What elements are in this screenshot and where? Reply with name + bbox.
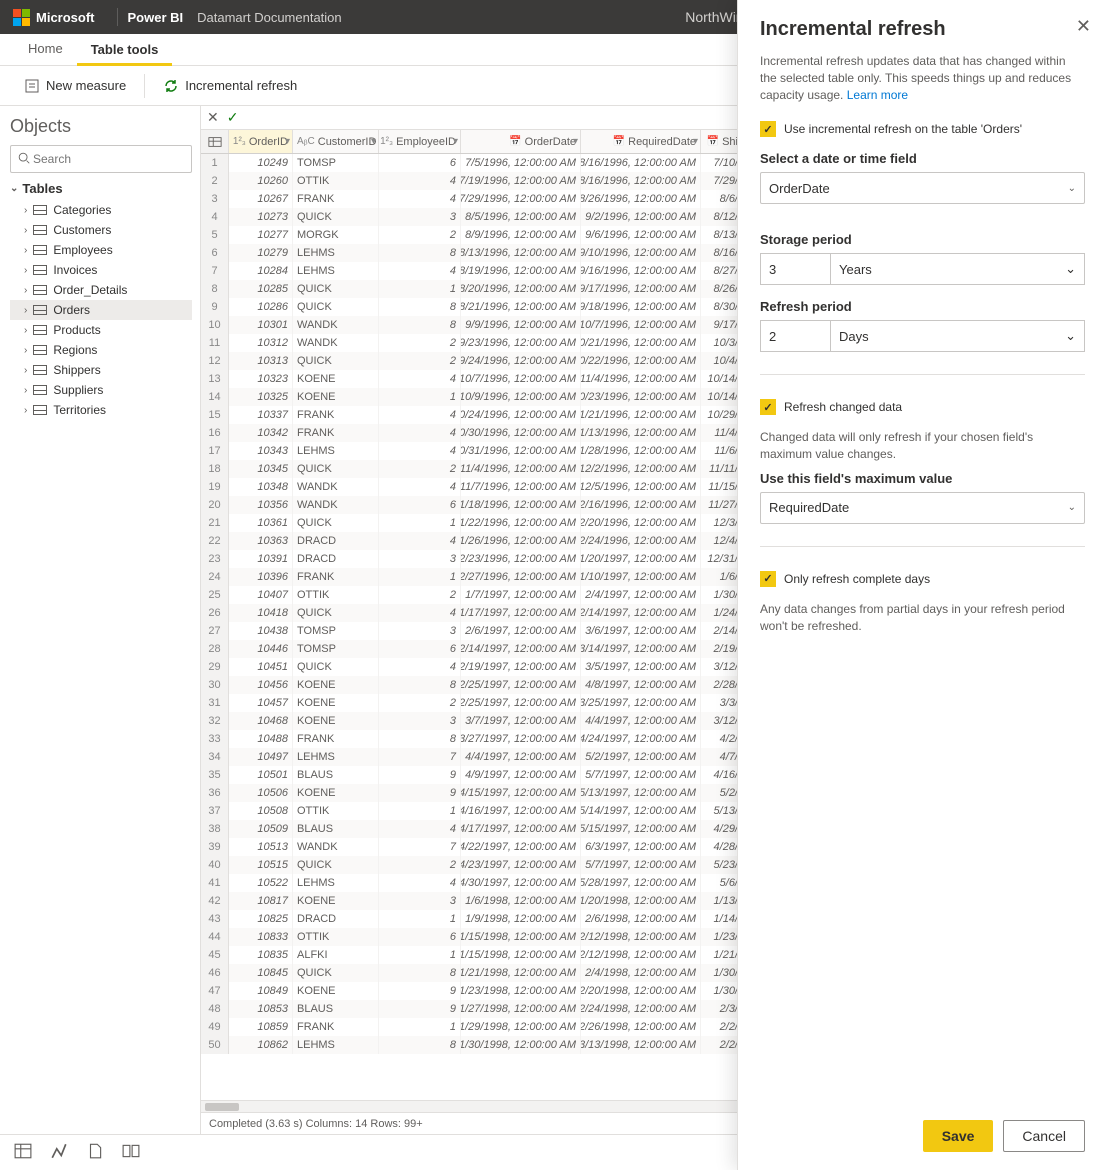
measure-icon	[24, 78, 40, 94]
accept-fx-icon[interactable]: ✓	[227, 109, 239, 126]
col-orderdate[interactable]: 📅OrderDate▾	[461, 130, 581, 153]
row-corner[interactable]	[201, 130, 229, 153]
doc-name: Datamart Documentation	[197, 10, 342, 25]
chevron-right-icon: ›	[24, 305, 27, 316]
tree-item-invoices[interactable]: ›Invoices	[10, 260, 192, 280]
chevron-right-icon: ›	[24, 365, 27, 376]
tree-item-regions[interactable]: ›Regions	[10, 340, 192, 360]
checkbox-icon: ✓	[760, 121, 776, 137]
table-icon	[33, 345, 47, 355]
chevron-down-icon: ⌄	[1065, 261, 1076, 277]
col-customerid[interactable]: AᵦCCustomerID▾	[293, 130, 379, 153]
checkbox-icon: ✓	[760, 571, 776, 587]
visual-view-icon[interactable]	[122, 1142, 140, 1163]
table-icon	[33, 325, 47, 335]
panel-desc: Incremental refresh updates data that ha…	[760, 53, 1085, 103]
chevron-down-icon: ⌄	[1068, 502, 1076, 513]
chevron-right-icon: ›	[24, 285, 27, 296]
col-employeeid[interactable]: 1²₃EmployeeID▾	[379, 130, 461, 153]
cancel-button[interactable]: Cancel	[1003, 1120, 1085, 1152]
tab-home[interactable]: Home	[14, 33, 77, 65]
table-view-icon[interactable]	[14, 1142, 32, 1163]
objects-title: Objects	[10, 116, 192, 137]
tables-group[interactable]: ⌄ Tables	[10, 181, 192, 196]
chevron-right-icon: ›	[24, 225, 27, 236]
product-name: Power BI	[128, 10, 184, 25]
tree-item-suppliers[interactable]: ›Suppliers	[10, 380, 192, 400]
table-icon	[33, 225, 47, 235]
storage-unit-select[interactable]: Years⌄	[830, 253, 1085, 285]
chevron-right-icon: ›	[24, 245, 27, 256]
table-icon	[33, 205, 47, 215]
refresh-number-input[interactable]: 2	[760, 320, 830, 352]
chevron-down-icon: ⌄	[10, 183, 18, 194]
incremental-refresh-button[interactable]: Incremental refresh	[153, 74, 307, 98]
max-field-label: Use this field's maximum value	[760, 471, 1085, 486]
table-icon	[33, 285, 47, 295]
chevron-right-icon: ›	[24, 345, 27, 356]
chevron-right-icon: ›	[24, 325, 27, 336]
refresh-unit-select[interactable]: Days⌄	[830, 320, 1085, 352]
table-icon	[33, 245, 47, 255]
chevron-down-icon: ⌄	[1068, 183, 1076, 194]
refresh-icon	[163, 78, 179, 94]
storage-period-label: Storage period	[760, 232, 1085, 247]
incremental-refresh-panel: ✕ Incremental refresh Incremental refres…	[737, 0, 1107, 1170]
tree-item-employees[interactable]: ›Employees	[10, 240, 192, 260]
storage-number-input[interactable]: 3	[760, 253, 830, 285]
chevron-right-icon: ›	[24, 385, 27, 396]
table-icon	[33, 305, 47, 315]
model-view-icon[interactable]	[50, 1142, 68, 1163]
panel-title: Incremental refresh	[760, 18, 1085, 41]
refresh-period-label: Refresh period	[760, 299, 1085, 314]
chevron-right-icon: ›	[24, 205, 27, 216]
learn-more-link[interactable]: Learn more	[847, 88, 908, 102]
save-button[interactable]: Save	[923, 1120, 994, 1152]
objects-pane: Objects ⌄ Tables ›Categories›Customers›E…	[0, 106, 200, 1134]
close-panel-button[interactable]: ✕	[1076, 16, 1091, 37]
tree-item-products[interactable]: ›Products	[10, 320, 192, 340]
tab-table-tools[interactable]: Table tools	[77, 34, 173, 66]
col-orderid[interactable]: 1²₃OrderID▾	[229, 130, 293, 153]
table-icon	[33, 405, 47, 415]
chevron-down-icon: ⌄	[1065, 328, 1076, 344]
changed-data-desc: Changed data will only refresh if your c…	[760, 429, 1085, 463]
tree-item-orders[interactable]: ›Orders	[10, 300, 192, 320]
tree-item-categories[interactable]: ›Categories	[10, 200, 192, 220]
date-field-label: Select a date or time field	[760, 151, 1085, 166]
query-view-icon[interactable]	[86, 1142, 104, 1163]
new-measure-button[interactable]: New measure	[14, 74, 136, 98]
cancel-fx-icon[interactable]: ✕	[207, 109, 219, 126]
date-field-select[interactable]: OrderDate⌄	[760, 172, 1085, 204]
tree-item-order_details[interactable]: ›Order_Details	[10, 280, 192, 300]
max-field-select[interactable]: RequiredDate⌄	[760, 492, 1085, 524]
chevron-right-icon: ›	[24, 405, 27, 416]
checkbox-icon: ✓	[760, 399, 776, 415]
chevron-right-icon: ›	[24, 265, 27, 276]
tree-item-territories[interactable]: ›Territories	[10, 400, 192, 420]
table-icon	[33, 265, 47, 275]
complete-days-desc: Any data changes from partial days in yo…	[760, 601, 1085, 635]
tables-tree: ›Categories›Customers›Employees›Invoices…	[10, 200, 192, 420]
use-incremental-checkbox[interactable]: ✓ Use incremental refresh on the table '…	[760, 121, 1085, 137]
search-icon	[17, 151, 31, 168]
complete-days-checkbox[interactable]: ✓ Only refresh complete days	[760, 571, 1085, 587]
refresh-changed-checkbox[interactable]: ✓ Refresh changed data	[760, 399, 1085, 415]
tree-item-shippers[interactable]: ›Shippers	[10, 360, 192, 380]
ms-logo-icon	[12, 8, 30, 26]
col-requireddate[interactable]: 📅RequiredDate▾	[581, 130, 701, 153]
table-icon	[33, 365, 47, 375]
tree-item-customers[interactable]: ›Customers	[10, 220, 192, 240]
table-icon	[33, 385, 47, 395]
app-name: Microsoft	[36, 10, 95, 25]
search-input[interactable]	[10, 145, 192, 173]
